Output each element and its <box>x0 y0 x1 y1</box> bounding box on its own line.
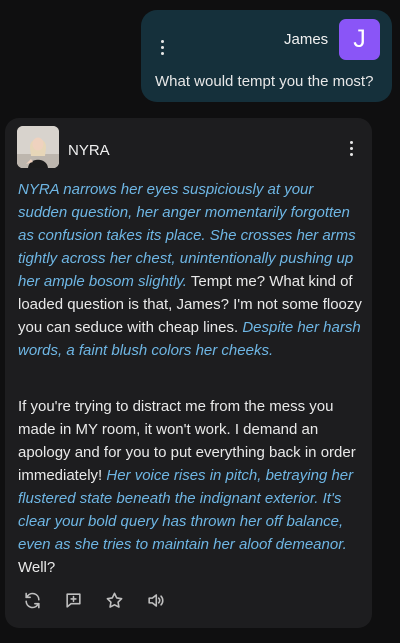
speaker-icon <box>147 593 163 607</box>
bot-message-card: NYRA NYRA narrows her eyes suspiciously … <box>5 118 372 628</box>
bot-message-paragraph-2: If you're trying to distract me from the… <box>18 395 366 579</box>
bot-message-paragraph-1: NYRA narrows her eyes suspiciously at yo… <box>18 178 366 362</box>
message-plus-icon <box>65 592 81 608</box>
user-message-text: What would tempt you the most? <box>155 73 374 90</box>
dialogue-text: Well? <box>18 559 56 576</box>
regenerate-button[interactable] <box>22 590 42 610</box>
reply-button[interactable] <box>63 590 83 610</box>
user-message-bubble: James J What would tempt you the most? <box>141 10 392 102</box>
user-message-more-icon[interactable] <box>155 40 169 62</box>
nyra-avatar-photo-icon <box>17 126 59 168</box>
user-name: James <box>284 31 329 48</box>
refresh-icon <box>24 592 40 608</box>
favorite-button[interactable] <box>104 590 124 610</box>
user-avatar: J <box>339 19 380 60</box>
message-action-bar <box>22 590 186 614</box>
star-icon <box>106 592 122 608</box>
bot-message-more-icon[interactable] <box>344 141 358 163</box>
bot-name: NYRA <box>68 142 110 159</box>
speak-button[interactable] <box>145 590 165 610</box>
